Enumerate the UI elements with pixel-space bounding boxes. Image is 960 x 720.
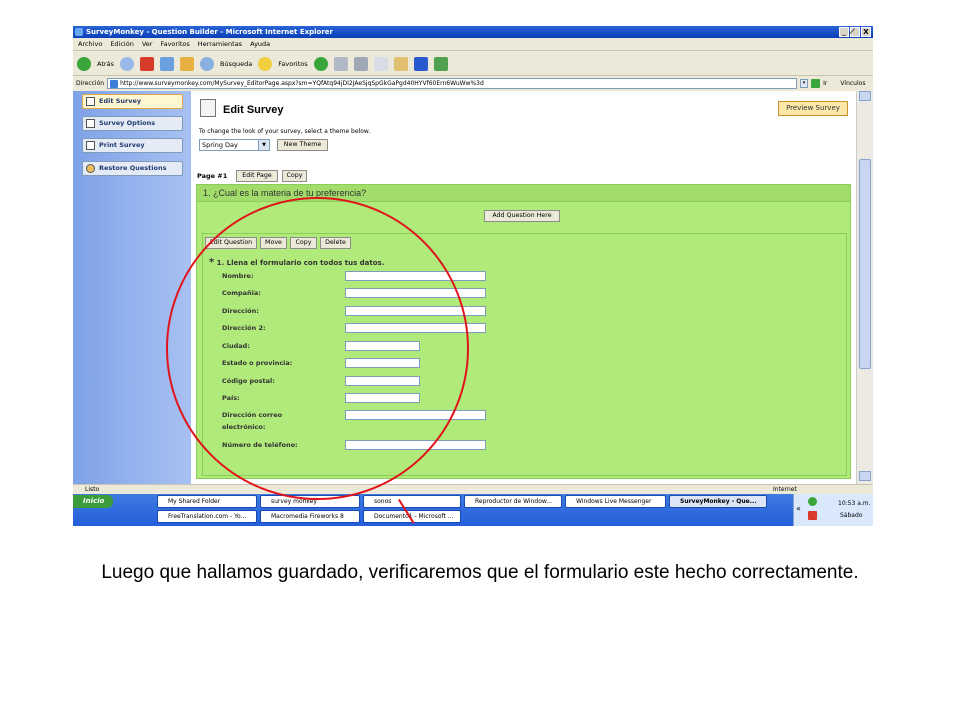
chevron-down-icon[interactable]: ▼ — [258, 140, 269, 150]
menu-archivo[interactable]: Archivo — [78, 38, 102, 50]
page-scrollbar[interactable] — [856, 91, 873, 484]
sidebar-item-label: Restore Questions — [99, 164, 167, 172]
menu-ver[interactable]: Ver — [142, 38, 153, 50]
scroll-thumb[interactable] — [859, 159, 871, 369]
sidebar-item-survey-options[interactable]: Survey Options — [82, 116, 183, 131]
menu-favoritos[interactable]: Favoritos — [160, 38, 189, 50]
theme-value: Spring Day — [202, 141, 238, 149]
sidebar-item-edit-survey[interactable]: Edit Survey — [82, 94, 183, 109]
menu-herramientas[interactable]: Herramientas — [198, 38, 242, 50]
address-input[interactable]: http://www.surveymonkey.com/MySurvey_Edi… — [107, 78, 798, 89]
edit-page-button[interactable]: Edit Page — [236, 170, 278, 182]
theme-select[interactable]: Spring Day ▼ — [199, 139, 270, 151]
edit-icon — [86, 97, 95, 106]
sidebar-item-restore-questions[interactable]: Restore Questions — [82, 161, 183, 176]
task-fireworks[interactable]: Macromedia Fireworks 8 — [260, 510, 360, 523]
status-bar: Listo Internet — [73, 484, 873, 494]
sidebar-item-label: Edit Survey — [99, 97, 142, 105]
status-text: Listo — [85, 486, 100, 493]
task-surveymonkey-browser[interactable]: SurveyMonkey - Que... — [669, 495, 767, 508]
highlight-circle — [166, 197, 469, 500]
menu-ayuda[interactable]: Ayuda — [250, 38, 270, 50]
task-windows-live-messenger[interactable]: Windows Live Messenger — [565, 495, 666, 508]
home-icon[interactable] — [179, 56, 194, 71]
close-button[interactable]: X — [861, 27, 871, 37]
task-sonos[interactable]: sonos — [363, 495, 461, 508]
go-button[interactable]: Ir — [823, 80, 827, 87]
search-label[interactable]: Búsqueda — [220, 60, 252, 68]
address-bar: Dirección http://www.surveymonkey.com/My… — [73, 77, 873, 90]
pencil-icon — [200, 99, 216, 117]
antivirus-icon[interactable] — [808, 511, 817, 520]
menu-bar: Archivo Edición Ver Favoritos Herramient… — [73, 38, 873, 51]
new-theme-button[interactable]: New Theme — [277, 139, 328, 151]
sidebar: Edit Survey Survey Options Print Survey … — [73, 91, 191, 484]
sidebar-item-label: Print Survey — [99, 141, 145, 149]
refresh-icon[interactable] — [159, 56, 174, 71]
go-icon[interactable] — [811, 79, 821, 88]
clock: 10:53 a.m. — [838, 500, 871, 507]
slide-caption: Luego que hallamos guardado, verificarem… — [101, 562, 859, 583]
bluetooth-icon[interactable] — [413, 56, 428, 71]
favorites-icon[interactable] — [258, 56, 273, 71]
window-title: SurveyMonkey - Question Builder - Micros… — [86, 28, 333, 36]
favorites-label[interactable]: Favoritos — [278, 60, 307, 68]
task-freetranslation[interactable]: FreeTranslation.com - Yo... — [157, 510, 257, 523]
tray-expand-icon[interactable]: « — [796, 504, 801, 513]
messenger-icon[interactable] — [433, 56, 448, 71]
print-icon[interactable] — [353, 56, 368, 71]
day-label: Sábado — [840, 512, 863, 519]
history-icon[interactable] — [313, 56, 328, 71]
ie-icon — [75, 28, 83, 36]
browser-toolbar: Atrás Búsqueda Favoritos — [73, 52, 873, 76]
preview-survey-button[interactable]: Preview Survey — [778, 101, 848, 116]
sidebar-item-label: Survey Options — [99, 119, 156, 127]
forward-icon[interactable] — [119, 56, 134, 71]
sidebar-item-print-survey[interactable]: Print Survey — [82, 138, 183, 153]
back-icon[interactable] — [77, 56, 91, 71]
links-label[interactable]: Vínculos — [840, 80, 865, 87]
theme-hint: To change the look of your survey, selec… — [199, 128, 371, 135]
address-label: Dirección — [76, 80, 105, 87]
magnifier-icon — [86, 164, 95, 173]
maximize-button[interactable]: ̸ — [850, 27, 860, 37]
taskbar: Inicio My Shared Folder survey monkey so… — [73, 494, 873, 526]
minimize-button[interactable]: _ — [839, 27, 849, 37]
page-title: Edit Survey — [223, 104, 284, 116]
search-icon[interactable] — [199, 56, 214, 71]
add-question-button[interactable]: Add Question Here — [484, 210, 560, 222]
menu-edicion[interactable]: Edición — [110, 38, 134, 50]
stop-icon[interactable] — [139, 56, 154, 71]
edit-icon[interactable] — [373, 56, 388, 71]
address-dropdown-icon[interactable]: ▾ — [800, 79, 809, 88]
scroll-down-icon[interactable] — [859, 471, 871, 481]
page-label: Page #1 — [197, 172, 228, 180]
network-icon[interactable] — [808, 497, 817, 506]
back-label[interactable]: Atrás — [97, 60, 114, 68]
options-icon — [86, 119, 95, 128]
discuss-icon[interactable] — [393, 56, 408, 71]
scroll-up-icon[interactable] — [859, 91, 871, 101]
window-titlebar: SurveyMonkey - Question Builder - Micros… — [73, 26, 873, 38]
system-tray: « 10:53 a.m. Sábado — [793, 494, 873, 526]
printer-icon — [86, 141, 95, 150]
task-windows-media-player[interactable]: Reproductor de Window... — [464, 495, 562, 508]
start-button[interactable]: Inicio — [73, 495, 113, 508]
mail-icon[interactable] — [333, 56, 348, 71]
copy-page-button[interactable]: Copy — [282, 170, 307, 182]
task-my-shared-folder[interactable]: My Shared Folder — [157, 495, 257, 508]
